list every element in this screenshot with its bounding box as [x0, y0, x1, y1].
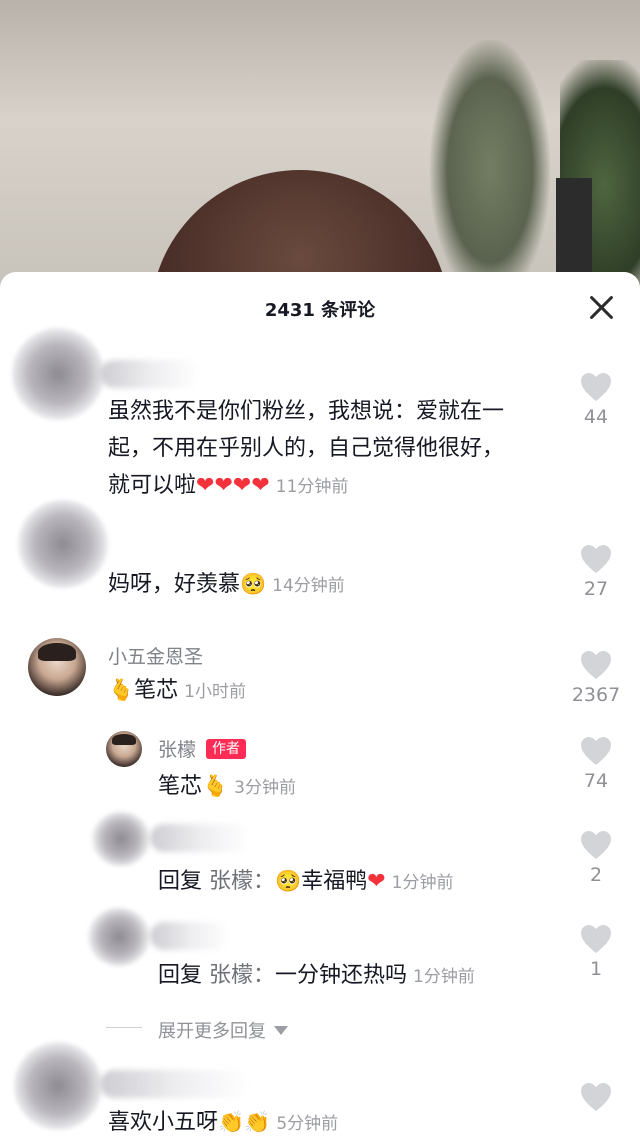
reply-time: 3分钟前 — [234, 778, 296, 798]
like-count: 27 — [583, 578, 609, 600]
heart-icon — [581, 545, 611, 573]
close-icon[interactable] — [588, 294, 614, 320]
heart-icon — [581, 925, 611, 953]
reply-username[interactable]: 张檬 — [158, 735, 196, 762]
like-button[interactable]: 2367 — [572, 650, 620, 706]
comment-username[interactable]: 小五金恩圣 — [108, 642, 203, 669]
username-blurred[interactable] — [150, 922, 230, 950]
author-badge: 作者 — [206, 739, 246, 759]
like-count: 2367 — [571, 684, 621, 706]
username-blurred[interactable] — [150, 824, 250, 852]
reply-time: 1分钟前 — [391, 873, 454, 893]
sheet-header: 2431 条评论 — [0, 272, 640, 344]
like-count: 44 — [583, 406, 609, 428]
comment-time: 14分钟前 — [272, 576, 345, 596]
avatar[interactable] — [18, 500, 108, 588]
heart-icon — [581, 737, 611, 765]
tree-shape — [430, 40, 550, 300]
username-blurred[interactable] — [100, 360, 200, 388]
comment-text: 虽然我不是你们粉丝，我想说：爱就在一 起，不用在乎别人的，自己觉得他很好， 就可… — [108, 399, 505, 498]
video-background — [0, 0, 640, 300]
like-count: 2 — [589, 864, 603, 886]
heart-icon — [581, 1083, 611, 1111]
reply-text: 回复 张檬：🥺幸福鸭❤ 1分钟前 — [158, 869, 454, 894]
comment-text: 妈呀，好羡慕🥺 14分钟前 — [108, 572, 345, 597]
expand-more-replies[interactable]: 展开更多回复 — [158, 1017, 288, 1043]
avatar[interactable] — [92, 812, 150, 866]
comment-count-title: 2431 条评论 — [264, 300, 376, 321]
like-count: 1 — [589, 958, 603, 980]
divider — [106, 1027, 142, 1028]
reply-text: 回复 张檬：一分钟还热吗 1分钟前 — [158, 963, 475, 988]
heart-icon — [581, 831, 611, 859]
like-button[interactable]: 1 — [578, 924, 614, 980]
avatar[interactable] — [28, 638, 86, 696]
reply-to-username[interactable]: 张檬： — [209, 869, 275, 894]
avatar[interactable] — [106, 731, 142, 767]
like-count: 74 — [583, 770, 609, 792]
like-button[interactable]: 44 — [578, 372, 614, 428]
comment-time: 11分钟前 — [275, 477, 349, 497]
comment-text: 🫰笔芯 1小时前 — [108, 678, 246, 703]
reply-time: 1分钟前 — [413, 967, 475, 987]
avatar[interactable] — [88, 908, 150, 966]
comment-time: 1小时前 — [184, 682, 246, 702]
like-button[interactable]: 27 — [578, 544, 614, 600]
heart-emoji: ❤❤❤❤ — [196, 473, 270, 498]
like-button[interactable]: 74 — [578, 736, 614, 792]
comment-text: 喜欢小五呀👏👏 5分钟前 — [108, 1110, 339, 1135]
caret-down-icon — [274, 1026, 288, 1035]
reply-text: 笔芯🫰 3分钟前 — [158, 774, 296, 799]
like-button[interactable]: 2 — [578, 830, 614, 886]
reply-to-username[interactable]: 张檬： — [209, 963, 275, 988]
like-button[interactable] — [578, 1082, 614, 1112]
heart-icon — [581, 373, 611, 401]
avatar[interactable] — [14, 1042, 102, 1130]
comment-time: 5分钟前 — [276, 1114, 339, 1134]
heart-icon — [581, 651, 611, 679]
comments-sheet: 2431 条评论 虽然我不是你们粉丝，我想说：爱就在一 起，不用在乎别人的，自己… — [0, 272, 640, 1139]
username-blurred[interactable] — [100, 1070, 250, 1098]
avatar[interactable] — [12, 328, 104, 420]
